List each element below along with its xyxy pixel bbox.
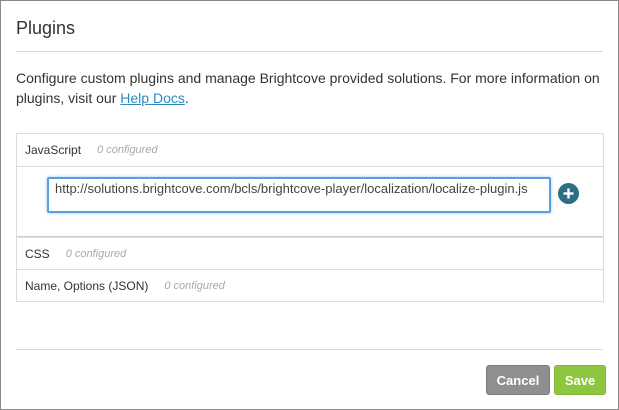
css-count: 0 configured	[65, 248, 127, 260]
json-section-header[interactable]: Name, Options (JSON) 0 configured	[17, 270, 603, 302]
footer-divider	[16, 349, 603, 350]
javascript-section-header[interactable]: JavaScript 0 configured	[17, 134, 603, 166]
save-button[interactable]: Save	[554, 365, 606, 395]
json-count: 0 configured	[164, 280, 225, 292]
title-divider	[16, 51, 603, 52]
javascript-url-input[interactable]	[47, 177, 551, 213]
json-section: Name, Options (JSON) 0 configured	[16, 269, 604, 302]
javascript-section-body	[16, 166, 604, 237]
intro-text: Configure custom plugins and manage Brig…	[16, 68, 606, 108]
dialog-title: Plugins	[16, 18, 76, 38]
cancel-button[interactable]: Cancel	[486, 365, 550, 395]
javascript-count: 0 configured	[97, 144, 158, 156]
plus-circle-icon	[563, 188, 574, 199]
javascript-section: JavaScript 0 configured	[16, 133, 604, 238]
intro-body: Configure custom plugins and manage Brig…	[16, 70, 600, 106]
json-label: Name, Options (JSON)	[25, 279, 149, 293]
add-plugin-button[interactable]	[558, 183, 579, 204]
css-label: CSS	[25, 247, 50, 261]
javascript-label: JavaScript	[25, 143, 82, 157]
help-docs-link[interactable]: Help Docs	[120, 90, 185, 106]
plugins-dialog: Plugins Configure custom plugins and man…	[0, 0, 619, 410]
css-section-header[interactable]: CSS 0 configured	[17, 238, 603, 270]
intro-suffix: .	[184, 90, 189, 106]
css-section: CSS 0 configured	[16, 237, 604, 270]
